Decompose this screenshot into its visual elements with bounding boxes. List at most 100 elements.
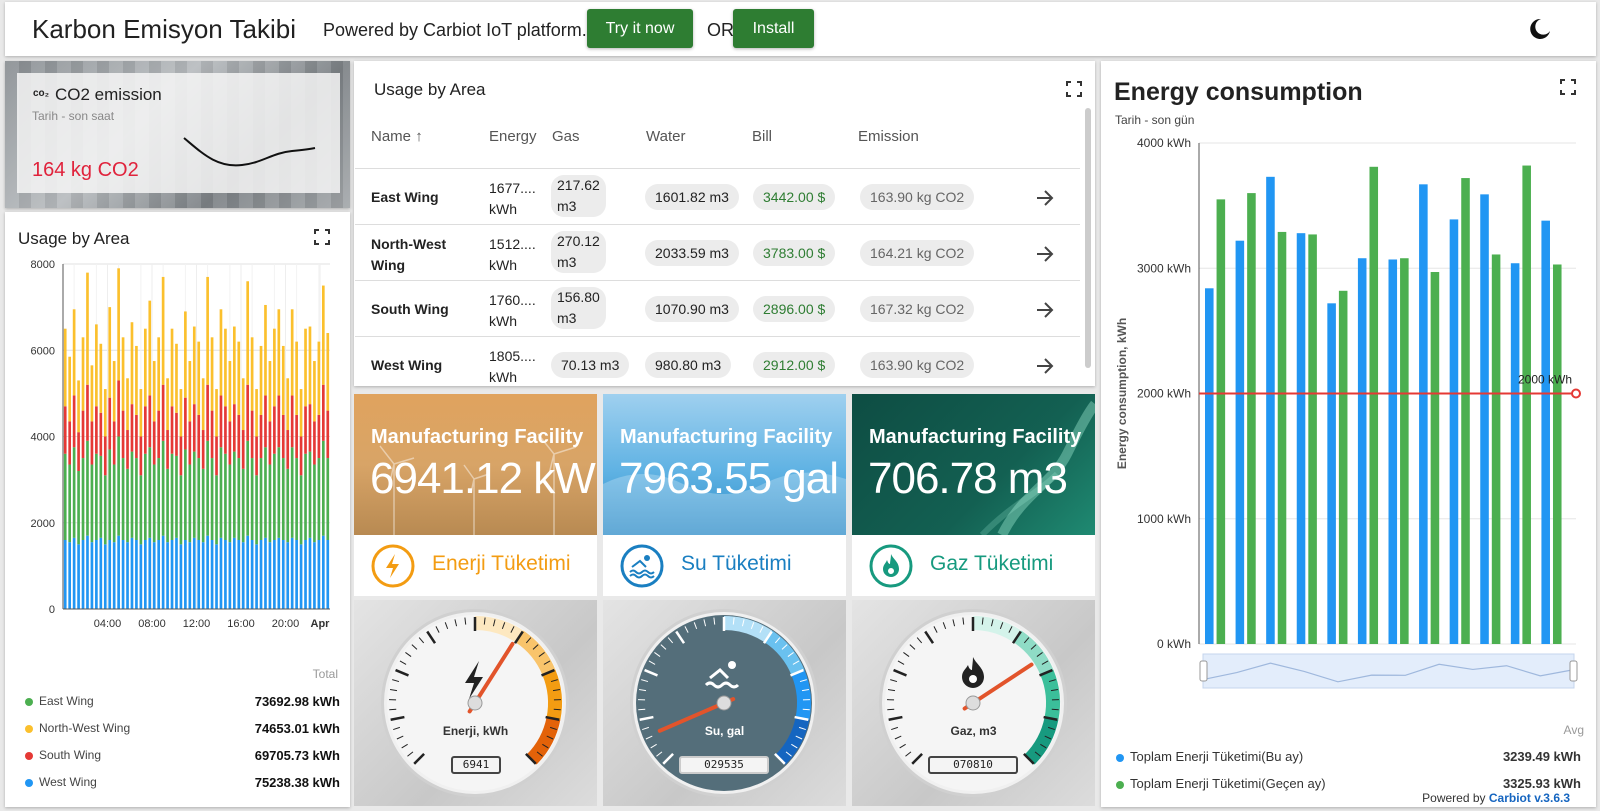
fullscreen-icon[interactable] (1560, 79, 1576, 95)
bar-segment (121, 540, 125, 609)
threshold-label: 2000 kWh (1518, 373, 1572, 387)
arrow-right-icon[interactable] (1035, 188, 1055, 208)
table-row[interactable]: East Wing 1677.... kWh 217.62 m3 1601.82 m… (355, 168, 1080, 224)
bar-segment (184, 397, 187, 450)
bar-segment (313, 542, 316, 609)
bar-segment (281, 540, 285, 609)
bar-segment (219, 447, 223, 538)
x-tick-label: Apr (311, 618, 331, 630)
carbiot-version-link[interactable]: Carbiot v.3.6.3 (1489, 791, 1570, 805)
col-header-water[interactable]: Water (646, 128, 685, 145)
bar-segment (210, 337, 214, 411)
legend-south-wing[interactable]: South Wing 69705.73 kWh (25, 748, 340, 763)
energy-consumption-tile[interactable]: Enerji Tüketimi (354, 535, 597, 596)
bar-segment (188, 542, 192, 609)
row-gas-value: 270.12 (557, 233, 600, 249)
bar-segment (232, 537, 236, 609)
try-it-now-button[interactable]: Try it now (587, 9, 693, 48)
row-name-line1: North-West (371, 236, 447, 252)
row-gas: 70.13 m3 (551, 352, 630, 378)
bar-segment (228, 421, 232, 465)
bar-segment (90, 542, 94, 609)
col-header-gas[interactable]: Gas (552, 128, 580, 145)
bar-segment (268, 464, 272, 543)
y-tick-label: 3000 kWh (1137, 261, 1191, 275)
gauge-hub (965, 695, 981, 711)
bar-segment (259, 345, 263, 415)
arrow-right-icon[interactable] (1035, 300, 1055, 320)
col-header-name[interactable]: Name ↑ (371, 128, 423, 145)
zoom-slider (1202, 653, 1575, 689)
water-facility-tile[interactable]: Manufacturing Facility 7963.55 gal (603, 394, 846, 535)
bar-segment (255, 475, 258, 545)
bar-segment (192, 404, 196, 452)
bar-segment (139, 475, 143, 545)
bar-segment (117, 380, 120, 437)
usage-chart-title: Usage by Area (18, 229, 130, 248)
arrow-right-icon[interactable] (1035, 244, 1055, 264)
bar-segment (321, 440, 325, 536)
gauge-tick (389, 708, 397, 711)
table-row[interactable]: North-West Wing 1512.... kWh 270.12 m3 2033… (355, 224, 1080, 280)
x-tick-label: 16:00 (227, 618, 255, 630)
bar-segment (237, 414, 241, 459)
bar-segment (290, 309, 294, 396)
install-button[interactable]: Install (733, 9, 814, 48)
legend-dot (1116, 780, 1124, 789)
gas-consumption-tile[interactable]: Gaz Tüketimi (852, 535, 1095, 596)
facility-title: Manufacturing Facility (620, 426, 833, 448)
col-header-bill[interactable]: Bill (752, 128, 772, 145)
col-header-emission[interactable]: Emission (858, 128, 919, 145)
bar-segment (166, 468, 169, 543)
bar-segment (321, 285, 325, 385)
bar-segment (273, 453, 276, 540)
energy-facility-tile[interactable]: Manufacturing Facility 6941.12 kWh (354, 394, 597, 535)
fullscreen-icon[interactable] (314, 229, 330, 245)
co2-subtitle: Tarih - son saat (32, 109, 115, 123)
arrow-right-icon[interactable] (1035, 356, 1055, 376)
table-row[interactable]: South Wing 1760.... kWh 156.80 m3 1070.90 … (355, 280, 1080, 336)
legend-north-west-wing[interactable]: North-West Wing 74653.01 kWh (25, 721, 340, 736)
bar-segment (86, 272, 89, 385)
bar-segment (232, 326, 236, 405)
y-tick-label: 0 (49, 604, 55, 616)
bar-segment (201, 430, 205, 469)
row-gas-unit: m3 (557, 310, 577, 326)
co2-value: 164 kg CO2 (32, 159, 139, 181)
fullscreen-icon[interactable] (1066, 81, 1082, 97)
table-row[interactable]: West Wing 1805.... kWh 70.13 m3 980.80 m3… (355, 336, 1080, 384)
bar-segment (143, 406, 147, 454)
bar-segment (308, 451, 312, 538)
gas-facility-tile[interactable]: Manufacturing Facility 706.78 m3 (852, 394, 1095, 535)
bar-segment (255, 389, 258, 437)
bar-segment (135, 458, 138, 540)
bar-segment (259, 458, 263, 540)
co2-emission-card: co₂ CO2 emission Tarih - son saat 164 kg… (5, 61, 350, 208)
bar-segment (143, 328, 147, 407)
row-energy: 1512.... kWh (489, 234, 536, 276)
bar-segment (63, 453, 67, 540)
dark-mode-icon[interactable] (1528, 17, 1552, 41)
bar-segment (130, 451, 134, 538)
bar-segment (157, 458, 161, 540)
legend-east-wing[interactable]: East Wing 73692.98 kWh (25, 694, 340, 709)
bar (1327, 303, 1336, 644)
bar-segment (103, 544, 107, 609)
gauge-hub (716, 695, 732, 711)
legend-west-wing[interactable]: West Wing 75238.38 kWh (25, 775, 340, 790)
gauge-tick (1051, 708, 1059, 711)
bar-segment (95, 540, 98, 609)
water-consumption-tile[interactable]: Su Tüketimi (603, 535, 846, 596)
table-scrollbar[interactable] (1085, 108, 1091, 368)
bar (1522, 165, 1531, 645)
legend-dot (25, 724, 33, 733)
bar (1400, 258, 1409, 644)
legend-value: 75238.38 kWh (254, 775, 340, 790)
bar-segment (95, 453, 98, 540)
bar (1430, 272, 1440, 644)
legend-last-month[interactable]: Toplam Enerji Tüketimi(Geçen ay) 3325.93 … (1116, 776, 1581, 791)
legend-this-month[interactable]: Toplam Enerji Tüketimi(Bu ay) 3239.49 kWh (1116, 749, 1581, 764)
bar-segment (157, 540, 161, 609)
col-header-energy[interactable]: Energy (489, 128, 537, 145)
bar-segment (68, 542, 72, 609)
